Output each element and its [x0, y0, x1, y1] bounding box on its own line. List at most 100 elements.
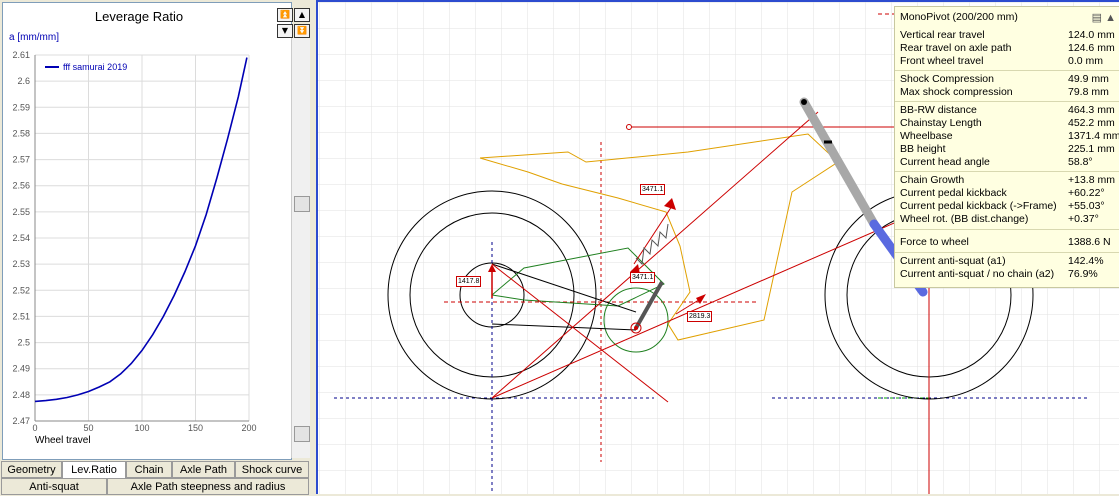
info-label: BB height	[900, 143, 946, 155]
y-unit-label: a [mm/mm]	[9, 32, 59, 43]
info-panel: ▤ ▲ MonoPivot (200/200 mm) Vertical rear…	[894, 6, 1119, 288]
rear-axle-force-label: 1417.8	[456, 276, 482, 287]
shock-force-label-2: 3471.1	[630, 272, 656, 283]
chart-title: Leverage Ratio	[95, 9, 183, 24]
x-tick-label: 100	[134, 423, 149, 433]
info-row: Current pedal kickback (->Frame) +55.03°	[900, 200, 1112, 213]
info-label: Chainstay Length	[900, 117, 982, 129]
y-tick-label: 2.54	[12, 233, 30, 243]
chart-series	[34, 57, 248, 403]
x-tick-labels: 0 50 100 150 200	[32, 423, 256, 433]
info-label: Shock Compression	[900, 73, 994, 85]
x-tick-label: 50	[83, 423, 93, 433]
info-title: MonoPivot (200/200 mm)	[900, 11, 1112, 24]
tab-axle-path-steepness[interactable]: Axle Path steepness and radius	[107, 478, 309, 495]
y-tick-label: 2.48	[12, 390, 30, 400]
info-label: Rear travel on axle path	[900, 42, 1012, 54]
info-label: Wheel rot. (BB dist.change)	[900, 213, 1029, 225]
left-panel: Leverage Ratio a [mm/mm] Wheel travel 2.…	[0, 0, 313, 495]
info-row: Current head angle 58.8°	[900, 156, 1112, 169]
info-separator	[895, 252, 1119, 253]
info-label: Force to wheel	[900, 236, 969, 248]
info-value: 49.9 mm	[1068, 73, 1109, 85]
arrow-top-icon[interactable]: ⏫	[277, 8, 293, 22]
chart-grid	[34, 54, 250, 422]
info-row: BB height 225.1 mm	[900, 143, 1115, 156]
y-tick-label: 2.49	[12, 364, 30, 374]
info-label: Current pedal kickback	[900, 187, 1007, 199]
info-separator	[895, 70, 1119, 71]
y-tick-label: 2.61	[12, 50, 30, 60]
arrow-bottom-icon[interactable]: ⏬	[294, 24, 310, 38]
info-row: Vertical rear travel 124.0 mm	[900, 29, 1115, 42]
info-label: Current anti-squat / no chain (a2)	[900, 268, 1055, 280]
series-line	[34, 57, 248, 403]
info-label: Front wheel travel	[900, 55, 984, 67]
y-tick-label: 2.52	[12, 285, 30, 295]
y-tick-label: 2.53	[12, 259, 30, 269]
chart-legend: fff samurai 2019	[45, 62, 127, 72]
tab-geometry[interactable]: Geometry	[1, 461, 62, 478]
info-row: Chain Growth +13.8 mm	[900, 174, 1115, 187]
bb-center-inner	[634, 326, 638, 330]
fork-crown	[801, 99, 807, 105]
leverage-chart-frame: Leverage Ratio a [mm/mm] Wheel travel 2.…	[2, 2, 292, 460]
y-tick-label: 2.51	[12, 311, 30, 321]
info-row: Wheelbase 1371.4 mm	[900, 130, 1119, 143]
tab-lev-ratio[interactable]: Lev.Ratio	[62, 461, 126, 478]
info-separator	[895, 101, 1119, 102]
tab-chain[interactable]: Chain	[126, 461, 172, 478]
y-tick-label: 2.47	[12, 416, 30, 426]
info-row: Wheel rot. (BB dist.change) +0.37°	[900, 213, 1112, 226]
scrollbar-thumb-upper[interactable]	[294, 196, 310, 212]
info-row: Chainstay Length 452.2 mm	[900, 117, 1115, 130]
y-tick-label: 2.57	[12, 155, 30, 165]
info-value: 58.8°	[1068, 156, 1093, 168]
y-tick-label: 2.58	[12, 128, 30, 138]
y-tick-label: 2.56	[12, 181, 30, 191]
legend-label: fff samurai 2019	[63, 62, 127, 72]
x-tick-label: 150	[188, 423, 203, 433]
top-red-marker	[626, 124, 632, 130]
info-value: 76.9%	[1068, 268, 1098, 280]
info-value: +60.22°	[1068, 187, 1105, 199]
left-scrollbar[interactable]	[291, 38, 310, 458]
tab-anti-squat[interactable]: Anti-squat	[1, 478, 107, 495]
y-tick-label: 2.55	[12, 207, 30, 217]
info-row: Current anti-squat / no chain (a2) 76.9%	[900, 268, 1112, 281]
info-title-text: MonoPivot (200/200 mm)	[900, 11, 1018, 23]
info-row: Shock Compression 49.9 mm	[900, 73, 1112, 86]
tab-shock-curve[interactable]: Shock curve	[235, 461, 309, 478]
info-value: 464.3 mm	[1068, 104, 1115, 116]
info-label: Vertical rear travel	[900, 29, 985, 41]
info-label: Wheelbase	[900, 130, 953, 142]
y-tick-label: 2.5	[17, 338, 30, 348]
x-axis-label: Wheel travel	[35, 435, 91, 446]
leverage-ratio-chart: Leverage Ratio a [mm/mm] Wheel travel 2.…	[9, 9, 257, 446]
info-row: BB-RW distance 464.3 mm	[900, 104, 1115, 117]
info-value: +0.37°	[1068, 213, 1099, 225]
info-label: Max shock compression	[900, 86, 1013, 98]
info-label: BB-RW distance	[900, 104, 977, 116]
info-value: 124.0 mm	[1068, 29, 1115, 41]
info-value: 1371.4 mm	[1068, 130, 1119, 142]
arrow-down-icon[interactable]: ▼	[277, 24, 293, 38]
info-value: +55.03°	[1068, 200, 1105, 212]
y-tick-labels: 2.47 2.48 2.49 2.5 2.51 2.52 2.53 2.54 2.55 2.56 2…	[12, 50, 30, 426]
info-row: Max shock compression 79.8 mm	[900, 86, 1112, 99]
info-separator	[895, 171, 1119, 172]
info-row: Front wheel travel 0.0 mm	[900, 55, 1112, 68]
info-value: 225.1 mm	[1068, 143, 1115, 155]
info-label: Current pedal kickback (->Frame)	[900, 200, 1057, 212]
info-row: Current anti-squat (a1) 142.4%	[900, 255, 1112, 268]
x-tick-label: 0	[32, 423, 37, 433]
scrollbar-thumb-lower[interactable]	[294, 426, 310, 442]
view-tabs: Geometry Lev.Ratio Chain Axle Path Shock…	[0, 460, 313, 495]
info-value: 0.0 mm	[1068, 55, 1104, 67]
shock-force-label: 3471.1	[640, 184, 666, 195]
tab-axle-path[interactable]: Axle Path	[172, 461, 235, 478]
info-value: 452.2 mm	[1068, 117, 1115, 129]
info-row: Force to wheel 1388.6 N	[900, 236, 1112, 249]
arrow-up-icon[interactable]: ▲	[294, 8, 310, 22]
info-row: Rear travel on axle path 124.6 mm	[900, 42, 1115, 55]
